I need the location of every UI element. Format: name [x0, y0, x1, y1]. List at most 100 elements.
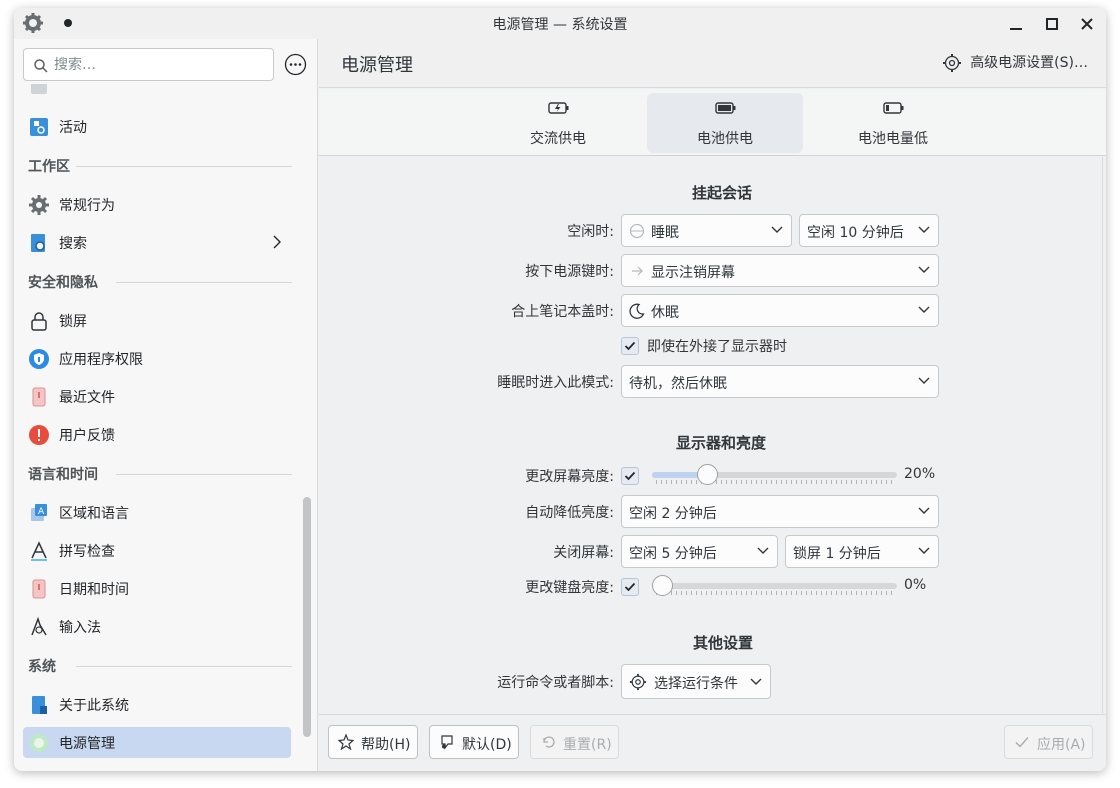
- chevron-down-icon: [918, 266, 930, 273]
- advanced-power-settings-button[interactable]: 高级电源设置(S)…: [942, 52, 1088, 74]
- defaults-button[interactable]: 默认(D): [429, 725, 519, 759]
- sidebar-item-partial[interactable]: [23, 84, 291, 101]
- screen-off-lock-select[interactable]: 锁屏 1 分钟后: [785, 535, 939, 568]
- category-label: 安全和隐私: [28, 275, 98, 291]
- footer-bar: 帮助(H) 默认(D) 重置(R) 应用(A): [319, 714, 1106, 771]
- about-icon: [32, 696, 47, 714]
- idle-delay-select[interactable]: 空闲 10 分钟后: [799, 214, 939, 247]
- keyboard-brightness-slider[interactable]: [652, 575, 897, 597]
- app-icon: [28, 770, 50, 771]
- sidebar-item-activities[interactable]: 活动: [23, 111, 291, 142]
- slider-handle[interactable]: [696, 464, 718, 485]
- window-title: 电源管理 — 系统设置: [492, 17, 628, 33]
- sidebar-item-label: 输入法: [59, 620, 101, 636]
- sidebar-item-app-permissions[interactable]: 应用程序权限: [23, 343, 291, 374]
- help-label: 帮助(H): [361, 737, 411, 753]
- minimize-icon[interactable]: [1005, 13, 1027, 35]
- checkmark-icon: [624, 582, 636, 592]
- external-monitor-checkbox[interactable]: [621, 337, 639, 355]
- tab-battery-low[interactable]: 电池电量低: [815, 93, 971, 153]
- lid-close-select[interactable]: 休眠: [621, 294, 939, 327]
- sidebar-item-spell-check[interactable]: 拼写检查: [23, 535, 291, 566]
- section-title-other: 其他设置: [693, 634, 754, 652]
- keyboard-brightness-label: 更改键盘亮度:: [525, 580, 614, 596]
- sidebar-item-label: 最近文件: [59, 390, 115, 406]
- moon-icon: [629, 303, 645, 319]
- tab-battery[interactable]: 电池供电: [647, 93, 803, 153]
- arrow-right-icon: [632, 266, 643, 276]
- idle-delay-value: 空闲 10 分钟后: [807, 225, 904, 241]
- power-button-label: 按下电源键时:: [525, 264, 614, 280]
- screen-off-label: 关闭屏幕:: [553, 545, 614, 561]
- slider-ticks: [656, 591, 893, 595]
- chevron-down-icon: [757, 547, 769, 554]
- keyboard-brightness-checkbox[interactable]: [621, 578, 639, 596]
- region-icon: A: [31, 504, 47, 521]
- sidebar-item-about-system[interactable]: 关于此系统: [23, 689, 291, 720]
- run-script-select[interactable]: 选择运行条件: [621, 664, 771, 699]
- sidebar-item-recent-files[interactable]: 最近文件: [23, 381, 291, 412]
- slider-handle[interactable]: [652, 575, 673, 596]
- screen-brightness-slider[interactable]: [652, 464, 897, 486]
- chevron-down-icon: [771, 226, 783, 233]
- sidebar-category-workspace: 工作区: [28, 156, 292, 176]
- category-label: 系统: [28, 659, 56, 675]
- screen-brightness-value: 20%: [904, 466, 936, 482]
- sidebar-item-power-management[interactable]: 电源管理: [23, 727, 291, 758]
- sidebar-item-input-method[interactable]: 输入法: [23, 611, 291, 642]
- title-bar: 电源管理 — 系统设置: [14, 8, 1106, 39]
- shield-icon: [29, 349, 49, 369]
- chevron-down-icon: [918, 547, 930, 554]
- sidebar-item-general-behavior[interactable]: 常规行为: [23, 189, 291, 220]
- sidebar-item-partial-bottom[interactable]: [23, 765, 291, 771]
- tab-label: 电池供电: [697, 131, 753, 147]
- help-button[interactable]: 帮助(H): [328, 725, 418, 759]
- search-input[interactable]: [54, 55, 264, 75]
- reset-label: 重置(R): [563, 737, 612, 753]
- sidebar-item-label: 搜索: [59, 236, 87, 252]
- checkmark-icon: [1015, 737, 1029, 748]
- close-icon[interactable]: [1076, 13, 1098, 35]
- category-label: 工作区: [28, 159, 70, 175]
- sleep-mode-label: 睡眠时进入此模式:: [497, 375, 614, 391]
- settings-content: 挂起会话 空闲时: 睡眠 空闲 10 分钟后 按下电源键时: 显示注销屏幕 合上…: [319, 157, 1103, 713]
- apply-button[interactable]: 应用(A): [1004, 725, 1093, 759]
- sidebar-scrollbar[interactable]: [303, 497, 311, 737]
- dim-select[interactable]: 空闲 2 分钟后: [621, 495, 939, 528]
- sidebar-item-label: 活动: [59, 120, 87, 136]
- power-button-select[interactable]: 显示注销屏幕: [621, 254, 939, 287]
- sidebar-item-region-language[interactable]: A 区域和语言: [23, 497, 291, 528]
- sidebar: 活动 工作区 常规行为 搜索 安全和隐私 锁屏: [14, 39, 318, 771]
- feedback-icon: [29, 425, 49, 445]
- sidebar-item-lock-screen[interactable]: 锁屏: [23, 305, 291, 336]
- chevron-down-icon: [750, 678, 762, 685]
- screen-off-idle-select[interactable]: 空闲 5 分钟后: [621, 535, 778, 568]
- settings-window: 电源管理 — 系统设置 活动 工作区 常规行为: [14, 8, 1106, 771]
- sleep-mode-select[interactable]: 待机，然后休眠: [621, 365, 939, 398]
- section-title-suspend: 挂起会话: [692, 184, 753, 202]
- power-icon: [30, 734, 48, 752]
- tab-ac-power[interactable]: 交流供电: [480, 93, 636, 153]
- lid-close-value: 休眠: [651, 305, 679, 321]
- gear-icon: [29, 195, 49, 215]
- screen-brightness-checkbox[interactable]: [621, 467, 639, 485]
- undo-icon: [543, 736, 555, 748]
- sidebar-item-search[interactable]: 搜索: [23, 227, 291, 258]
- idle-action-select[interactable]: 睡眠: [621, 214, 792, 247]
- checkmark-icon: [624, 341, 636, 351]
- gear-icon: [943, 54, 962, 72]
- activities-icon: [30, 118, 48, 136]
- idle-label: 空闲时:: [567, 224, 614, 240]
- reset-button[interactable]: 重置(R): [530, 725, 619, 759]
- sidebar-item-date-time[interactable]: 日期和时间: [23, 573, 291, 604]
- chevron-right-icon: [273, 235, 281, 249]
- help-icon: [338, 734, 354, 750]
- search-box[interactable]: [23, 48, 274, 81]
- maximize-icon[interactable]: [1041, 13, 1063, 35]
- sidebar-item-label: 关于此系统: [59, 698, 129, 714]
- sidebar-item-user-feedback[interactable]: 用户反馈: [23, 419, 291, 450]
- more-options-icon[interactable]: [284, 53, 307, 76]
- search-icon: [31, 234, 45, 252]
- sidebar-item-label: 锁屏: [59, 314, 87, 330]
- defaults-icon: [441, 735, 453, 750]
